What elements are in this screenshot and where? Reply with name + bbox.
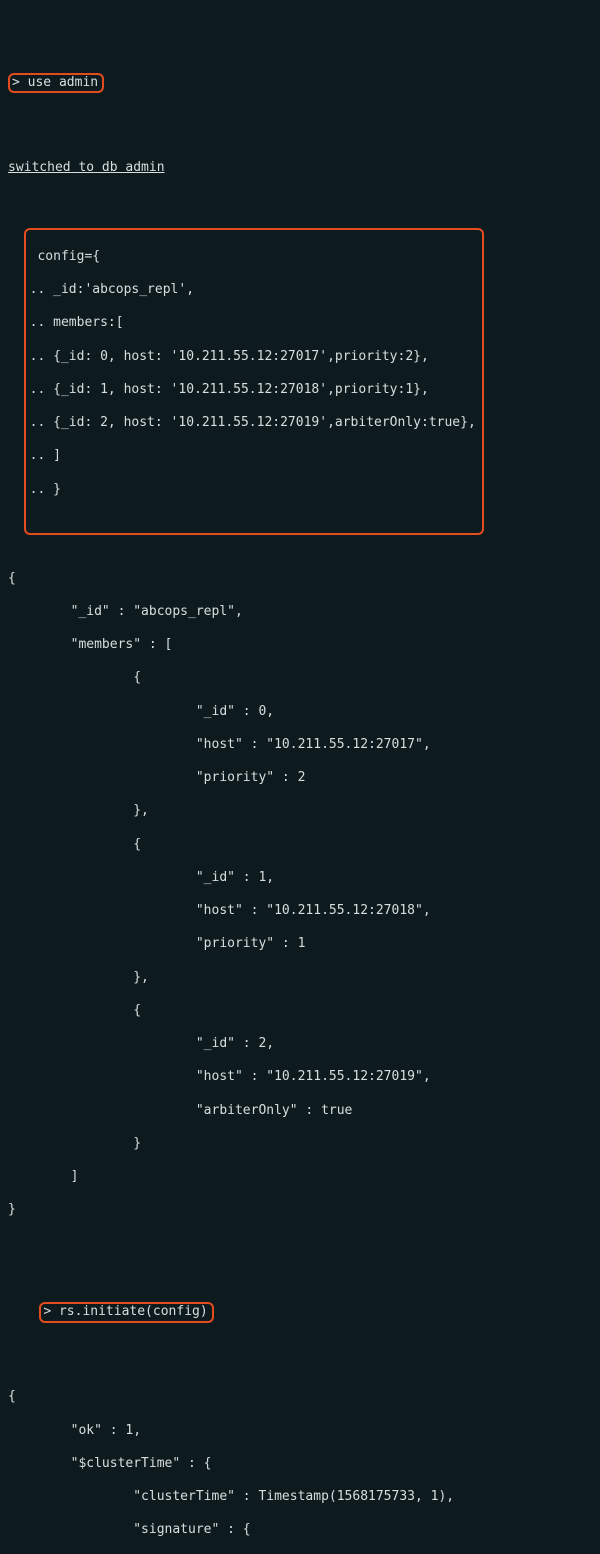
output-line: { [8,837,592,854]
config-line: .. {_id: 1, host: '10.211.55.12:27018',p… [30,382,476,399]
config-line: .. {_id: 0, host: '10.211.55.12:27017',p… [30,349,476,366]
output-line: "members" : [ [8,637,592,654]
output-line: "$clusterTime" : { [8,1456,592,1473]
output-line: }, [8,803,592,820]
output-line: "host" : "10.211.55.12:27019", [8,1069,592,1086]
cmd-use-admin: use admin [28,75,98,90]
config-line: config={ [30,249,476,266]
config-line: .. _id:'abcops_repl', [30,282,476,299]
highlight-rs-initiate: > rs.initiate(config) [39,1302,213,1323]
output-line: "host" : "10.211.55.12:27018", [8,903,592,920]
output-line: "_id" : 2, [8,1036,592,1053]
output-line: "ok" : 1, [8,1423,592,1440]
output-line: } [8,1136,592,1153]
output-line: "clusterTime" : Timestamp(1568175733, 1)… [8,1489,592,1506]
config-line: .. members:[ [30,315,476,332]
output-line: "signature" : { [8,1522,592,1539]
output-line: }, [8,970,592,987]
config-line: .. ] [30,448,476,465]
output-line: "_id" : 0, [8,704,592,721]
output-line: "arbiterOnly" : true [8,1103,592,1120]
output-line: } [8,1202,592,1219]
output-line: "host" : "10.211.55.12:27017", [8,737,592,754]
terminal-output[interactable]: > use admin switched to db admin config=… [0,0,600,1554]
config-line: .. } [30,482,476,499]
output-line: ] [8,1169,592,1186]
output-line: { [8,571,592,588]
prompt-symbol: > [43,1304,59,1319]
config-line: .. {_id: 2, host: '10.211.55.12:27019',a… [30,415,476,432]
cmd-rs-initiate: rs.initiate(config) [59,1304,208,1319]
output-line: { [8,670,592,687]
output-line: "_id" : 1, [8,870,592,887]
prompt-symbol: > [12,75,28,90]
output-line: "priority" : 1 [8,936,592,953]
output-line: { [8,1389,592,1406]
output-line: "priority" : 2 [8,770,592,787]
output-line: { [8,1003,592,1020]
highlight-config-definition: config={ .. _id:'abcops_repl', .. member… [24,228,484,535]
output-switched-db: switched to db admin [8,160,592,177]
output-line: "_id" : "abcops_repl", [8,604,592,621]
highlight-use-admin: > use admin [8,73,104,94]
